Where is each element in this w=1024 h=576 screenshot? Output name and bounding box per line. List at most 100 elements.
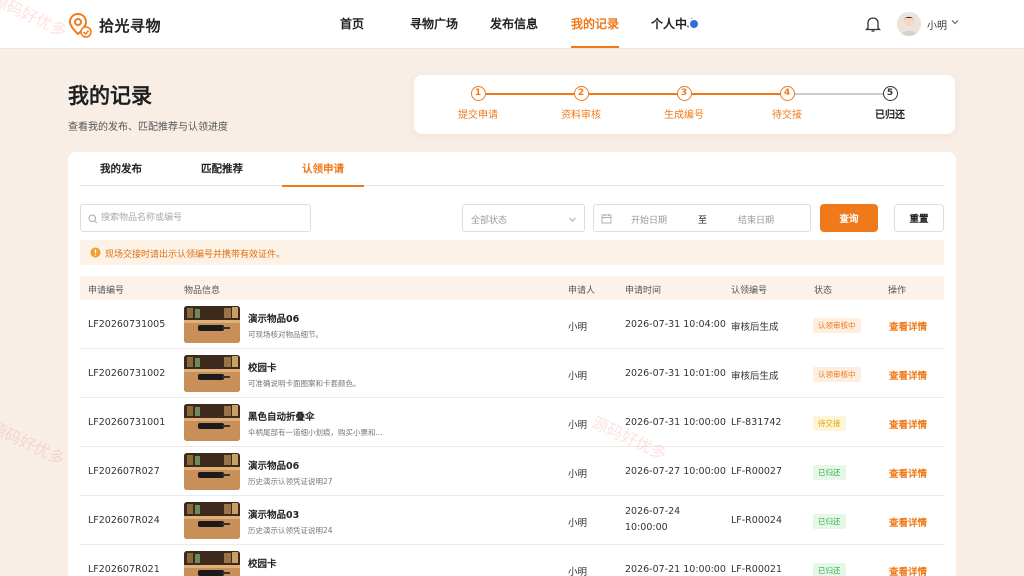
item-name: 演示物品03 (248, 510, 300, 521)
applicant: 小明 (568, 469, 588, 480)
nav-active-indicator (571, 46, 620, 48)
claim-number: LF-831742 (731, 417, 782, 428)
item-photo (184, 306, 240, 343)
tab-match[interactable]: 匹配推荐 (201, 152, 243, 186)
step-number: 5 (882, 86, 898, 101)
item-description: 历史演示认领凭证说明27 (248, 477, 333, 486)
step-number: 1 (470, 86, 486, 101)
search-box (80, 204, 311, 232)
calendar-icon (601, 214, 612, 224)
notice-banner: 现场交接时请出示认领编号并携带有效证件。 (80, 240, 944, 265)
item-name: 演示物品06 (248, 461, 300, 472)
apply-time-clock: 10:00:00 (625, 522, 668, 533)
nav-item-publish[interactable]: 发布信息 (490, 0, 538, 49)
step-handover: 4 待交接 (747, 86, 827, 121)
item-description: 伞柄尾部有一道细小划痕，购买小票和... (248, 428, 383, 437)
view-details-link[interactable]: 查看详情 (889, 319, 927, 333)
status-badge: 认领审核中 (813, 318, 861, 333)
column-header: 申请人 (568, 286, 596, 296)
item-name: 演示物品06 (248, 314, 300, 325)
status-badge: 已归还 (813, 514, 846, 529)
cursor-indicator (688, 18, 700, 30)
applicant: 小明 (568, 371, 588, 382)
username[interactable]: 小明 (927, 17, 947, 32)
item-thumbnail (184, 355, 240, 392)
search-icon (88, 214, 98, 224)
view-details-link[interactable]: 查看详情 (889, 417, 927, 431)
applicant: 小明 (568, 518, 588, 529)
page-subtitle: 查看我的发布、匹配推荐与认领进度 (68, 122, 228, 133)
avatar[interactable] (897, 12, 921, 36)
notice-text: 现场交接时请出示认领编号并携带有效证件。 (105, 250, 286, 260)
applicant: 小明 (568, 322, 588, 333)
column-header: 状态 (814, 286, 833, 296)
warning-icon (90, 247, 101, 258)
apply-time: 2026-07-27 10:00:00 (625, 466, 726, 477)
view-details-link[interactable]: 查看详情 (889, 368, 927, 382)
nav-item-home[interactable]: 首页 (340, 0, 364, 49)
table-row: LF20260731001 黑色自动折叠伞 伞柄尾部有一道细小划痕，购买小票和...… (80, 398, 944, 447)
bell-icon[interactable] (865, 15, 881, 33)
claim-number: LF-R00021 (731, 564, 783, 575)
step-label: 资料审核 (561, 110, 601, 121)
chevron-down-icon[interactable] (950, 17, 960, 27)
table-row: LF20260731005 演示物品06 可现场核对物品细节。 小明 2026-07-3… (80, 300, 944, 349)
item-photo (184, 502, 240, 539)
item-thumbnail (184, 551, 240, 576)
apply-time: 2026-07-31 10:01:00 (625, 368, 726, 379)
tab-bar: 我的发布 匹配推荐 认领申请 (80, 152, 944, 187)
tab-my-posts[interactable]: 我的发布 (100, 152, 142, 186)
nav-item-square[interactable]: 寻物广场 (410, 0, 458, 49)
page-title: 我的记录 (68, 84, 152, 108)
item-name: 校园卡 (248, 363, 277, 374)
nav-item-records-label: 我的记录 (571, 17, 620, 31)
date-range-picker[interactable]: 开始日期 至 结束日期 (593, 204, 811, 232)
claim-number: LF-R00027 (731, 466, 783, 477)
view-details-link[interactable]: 查看详情 (889, 515, 927, 529)
application-id: LF20260731005 (88, 319, 166, 330)
claim-number: 审核后生成 (731, 371, 779, 382)
item-description: 历史演示认领凭证说明24 (248, 526, 333, 535)
view-details-link[interactable]: 查看详情 (889, 466, 927, 480)
item-thumbnail (184, 404, 240, 441)
step-label: 生成编号 (664, 110, 704, 121)
query-button[interactable]: 查询 (820, 204, 878, 232)
logo[interactable]: 拾光寻物 (68, 12, 161, 38)
status-select-value: 全部状态 (471, 216, 508, 226)
apply-time-date: 2026-07-24 (625, 506, 681, 517)
item-thumbnail (184, 502, 240, 539)
step-returned: 5 已归还 (850, 86, 930, 121)
item-thumbnail (184, 306, 240, 343)
step-number: 2 (573, 86, 589, 101)
view-details-link[interactable]: 查看详情 (889, 564, 927, 576)
table-row: LF202607R021 校园卡 小明 2026-07-21 10:00:00 LF-R… (80, 545, 944, 576)
claim-number: 审核后生成 (731, 322, 779, 333)
apply-time: 2026-07-31 10:00:00 (625, 417, 726, 428)
table-row: LF20260731002 校园卡 可准确说明卡面图案和卡套颜色。 小明 2026-07… (80, 349, 944, 398)
status-badge: 认领审核中 (813, 367, 861, 382)
chevron-down-icon (569, 217, 576, 222)
reset-button[interactable]: 重置 (894, 204, 944, 232)
column-header: 物品信息 (184, 286, 221, 296)
date-end-field[interactable]: 结束日期 (738, 213, 774, 226)
step-generate: 3 生成编号 (644, 86, 724, 121)
step-label: 待交接 (772, 110, 802, 121)
search-input[interactable] (101, 209, 301, 227)
table-row: LF202607R024 演示物品03 历史演示认领凭证说明24 小明 2026-07-… (80, 496, 944, 545)
item-photo (184, 355, 240, 392)
date-start-field[interactable]: 开始日期 (631, 213, 667, 226)
application-id: LF202607R027 (88, 466, 160, 477)
nav-item-records[interactable]: 我的记录 (571, 0, 620, 49)
tab-claims[interactable]: 认领申请 (282, 152, 364, 187)
item-name: 黑色自动折叠伞 (248, 412, 315, 423)
application-id: LF202607R021 (88, 564, 160, 575)
application-id: LF20260731002 (88, 368, 166, 379)
step-review: 2 资料审核 (541, 86, 621, 121)
application-id: LF202607R024 (88, 515, 160, 526)
step-submit: 1 提交申请 (438, 86, 518, 121)
status-select[interactable]: 全部状态 (462, 204, 585, 232)
applicant: 小明 (568, 567, 588, 576)
app-name: 拾光寻物 (99, 16, 162, 35)
step-label: 已归还 (875, 110, 905, 121)
item-thumbnail (184, 453, 240, 490)
